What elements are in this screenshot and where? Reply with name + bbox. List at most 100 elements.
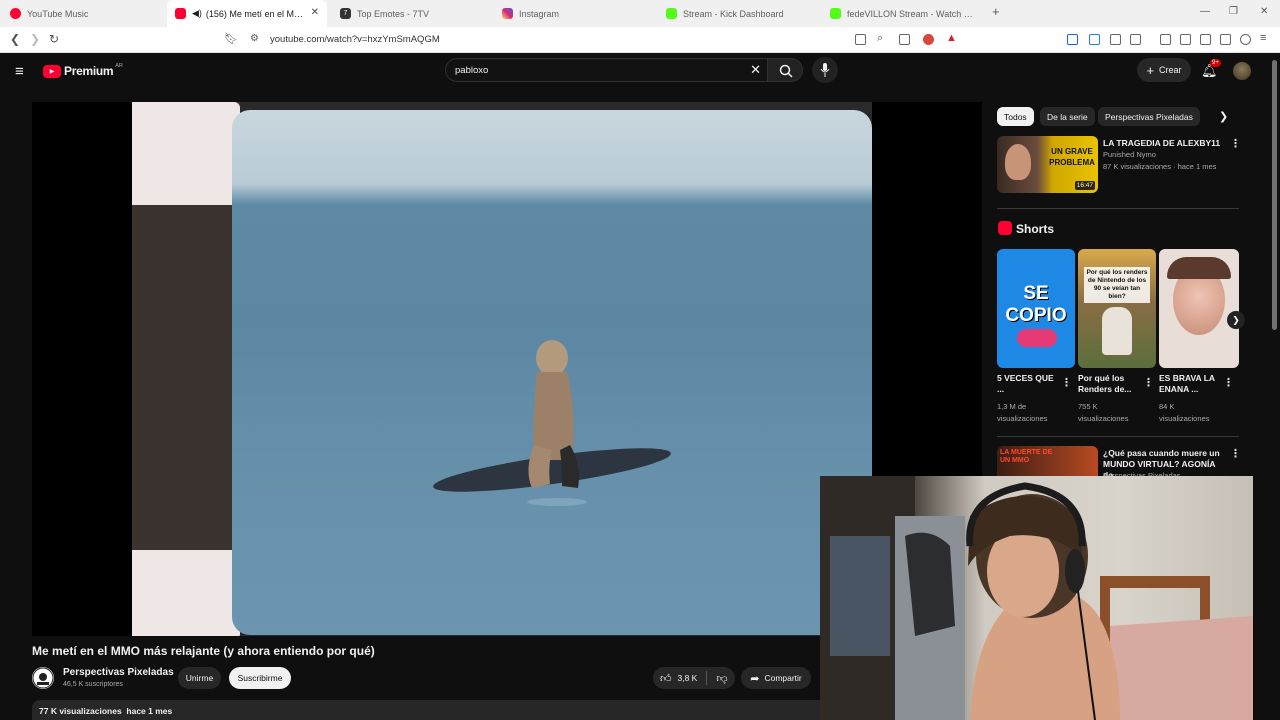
recommended-video-title[interactable]: LA TRAGEDIA DE ALEXBY11 xyxy=(1103,138,1223,149)
hamburger-menu-icon[interactable]: ≡ xyxy=(15,63,24,80)
tab-instagram[interactable]: Instagram xyxy=(497,0,657,27)
shorts-icon xyxy=(998,221,1012,235)
page-scrollbar[interactable] xyxy=(1272,60,1277,330)
recommended-video-channel[interactable]: Punished Nymo xyxy=(1103,149,1156,161)
divider xyxy=(706,671,708,685)
short-thumbnail-1[interactable]: SE COPIO xyxy=(997,249,1075,368)
cast-icon[interactable] xyxy=(855,34,866,45)
short-title-3[interactable]: ES BRAVA LA ENANA ... xyxy=(1159,373,1219,395)
tab-youtube-music[interactable]: YouTube Music xyxy=(0,0,165,27)
more-options-icon[interactable]: ⋮ xyxy=(1061,376,1072,389)
character-render xyxy=(1102,307,1132,355)
translate-icon[interactable] xyxy=(1067,34,1078,45)
puzzle-icon[interactable] xyxy=(1110,34,1121,45)
shorts-heading: Shorts xyxy=(1016,222,1055,236)
more-options-icon[interactable]: ⋮ xyxy=(1143,376,1154,389)
share-icon: ➦ xyxy=(750,672,760,685)
hair-graphic xyxy=(1167,257,1231,279)
more-options-icon[interactable]: ⋮ xyxy=(1223,376,1234,389)
close-tab-icon[interactable]: ✕ xyxy=(311,7,319,18)
chip-channel[interactable]: Perspectivas Pixeladas xyxy=(1098,107,1200,126)
shorts-next-button[interactable]: ❯ xyxy=(1227,311,1245,329)
create-button[interactable]: + Crear xyxy=(1137,58,1191,82)
youtube-music-icon xyxy=(10,8,21,19)
microphone-icon xyxy=(820,63,830,77)
channel-avatar[interactable] xyxy=(32,667,54,689)
menu-icon[interactable]: ≡ xyxy=(1260,32,1266,44)
recommended-video-meta: 87 K visualizaciones · hace 1 mes xyxy=(1103,162,1217,171)
tab-kick-dashboard[interactable]: Stream - Kick Dashboard xyxy=(661,0,821,27)
notifications-button[interactable]: 🔔︎ 9+ xyxy=(1201,59,1221,80)
warning-icon[interactable]: ▲ xyxy=(946,32,957,44)
subscribe-button[interactable]: Suscribirme xyxy=(229,667,291,689)
share-page-icon[interactable] xyxy=(899,34,910,45)
7tv-icon: 7 xyxy=(340,8,351,19)
join-button[interactable]: Unirme xyxy=(178,667,221,689)
short-title-1[interactable]: 5 VECES QUE ... xyxy=(997,373,1057,395)
kick-icon xyxy=(666,8,677,19)
clear-search-icon[interactable]: ✕ xyxy=(750,62,761,78)
chevron-right-icon[interactable]: ❯ xyxy=(1219,110,1228,123)
channel-name[interactable]: Perspectivas Pixeladas xyxy=(63,667,174,678)
bookmark-icon[interactable]: 🔖︎ xyxy=(224,32,238,45)
recommended-video-thumbnail[interactable]: UN GRAVE PROBLEMA 16:47 xyxy=(997,136,1098,193)
avatar[interactable] xyxy=(1233,62,1251,80)
back-icon[interactable]: ❮ xyxy=(10,32,20,46)
short-thumbnail-2[interactable]: Por qué los renders de Nintendo de los 9… xyxy=(1078,249,1156,368)
wallet-icon[interactable] xyxy=(1200,34,1211,45)
media-icon[interactable] xyxy=(1160,34,1171,45)
webcam-scene xyxy=(820,476,1253,720)
more-options-icon[interactable]: ⋮ xyxy=(1230,137,1241,150)
tab-7tv[interactable]: 7 Top Emotes - 7TV xyxy=(334,0,494,27)
short-title-2[interactable]: Por qué los Renders de... xyxy=(1078,373,1140,395)
zoom-icon[interactable]: ⌕ xyxy=(877,32,883,45)
tab-kick-stream[interactable]: fedeVILLON Stream - Watch Live on Kick xyxy=(825,0,975,27)
sea-scene xyxy=(232,110,872,635)
minimize-icon[interactable]: — xyxy=(1200,6,1210,17)
film-perforation xyxy=(132,550,240,636)
url-field[interactable]: youtube.com/watch?v=hxzYmSmAQGM xyxy=(270,34,440,45)
maximize-icon[interactable]: ❐ xyxy=(1229,6,1238,17)
extension-icon[interactable] xyxy=(1089,34,1100,45)
short-views-1: 1,3 M de visualizaciones xyxy=(997,402,1048,423)
sidebar-icon[interactable] xyxy=(1180,34,1191,45)
youtube-icon xyxy=(175,8,186,19)
like-dislike-group: 👍︎ 3,8 K 👎︎ xyxy=(653,667,735,689)
ai-icon[interactable] xyxy=(1220,34,1231,45)
search-icon xyxy=(779,64,793,78)
speaker-icon: ◀) xyxy=(192,8,202,18)
film-perforation xyxy=(132,102,240,205)
surfer-figure xyxy=(433,340,671,506)
vpn-icon[interactable] xyxy=(1240,34,1251,45)
extension-shield-icon[interactable] xyxy=(923,34,934,45)
thumbnail-face xyxy=(1005,144,1031,180)
short-views-3: 84 K visualizaciones xyxy=(1159,402,1210,423)
chip-series[interactable]: De la serie xyxy=(1040,107,1095,126)
youtube-premium-logo[interactable]: ▶ Premium AR xyxy=(43,63,123,78)
reload-icon[interactable]: ↻ xyxy=(49,32,59,46)
tab-current-video[interactable]: ◀) (156) Me metí en el MMO más relajante… xyxy=(167,0,327,27)
video-frame xyxy=(132,102,872,636)
instagram-icon xyxy=(502,8,513,19)
share-button[interactable]: ➦ Compartir xyxy=(741,667,811,689)
dislike-icon[interactable]: 👎︎ xyxy=(716,672,727,685)
new-tab-icon[interactable]: + xyxy=(992,4,1000,19)
like-icon[interactable]: 👍︎ xyxy=(660,672,672,685)
close-window-icon[interactable]: ✕ xyxy=(1260,6,1268,17)
browser-tab-strip: YouTube Music ◀) (156) Me metí en el MMO… xyxy=(0,0,1280,27)
more-options-icon[interactable]: ⋮ xyxy=(1230,447,1241,460)
search-button[interactable] xyxy=(767,58,803,82)
browser-address-bar: ❮ ❯ ↻ 🔖︎ ⚙ youtube.com/watch?v=hxzYmSmAQ… xyxy=(0,27,1280,53)
divider xyxy=(997,436,1239,437)
youtube-logo-icon: ▶ xyxy=(43,64,61,78)
site-info-icon[interactable]: ⚙ xyxy=(250,33,259,44)
voice-search-button[interactable] xyxy=(812,57,838,83)
chip-all[interactable]: Todos xyxy=(997,107,1034,126)
like-count[interactable]: 3,8 K xyxy=(678,673,698,683)
channel-logo-icon xyxy=(32,667,54,689)
divider xyxy=(997,208,1239,209)
forward-icon[interactable]: ❯ xyxy=(30,32,40,46)
search-input[interactable]: pabloxo ✕ xyxy=(445,58,768,82)
downloads-icon[interactable] xyxy=(1130,34,1141,45)
short-thumbnail-3[interactable] xyxy=(1159,249,1239,368)
